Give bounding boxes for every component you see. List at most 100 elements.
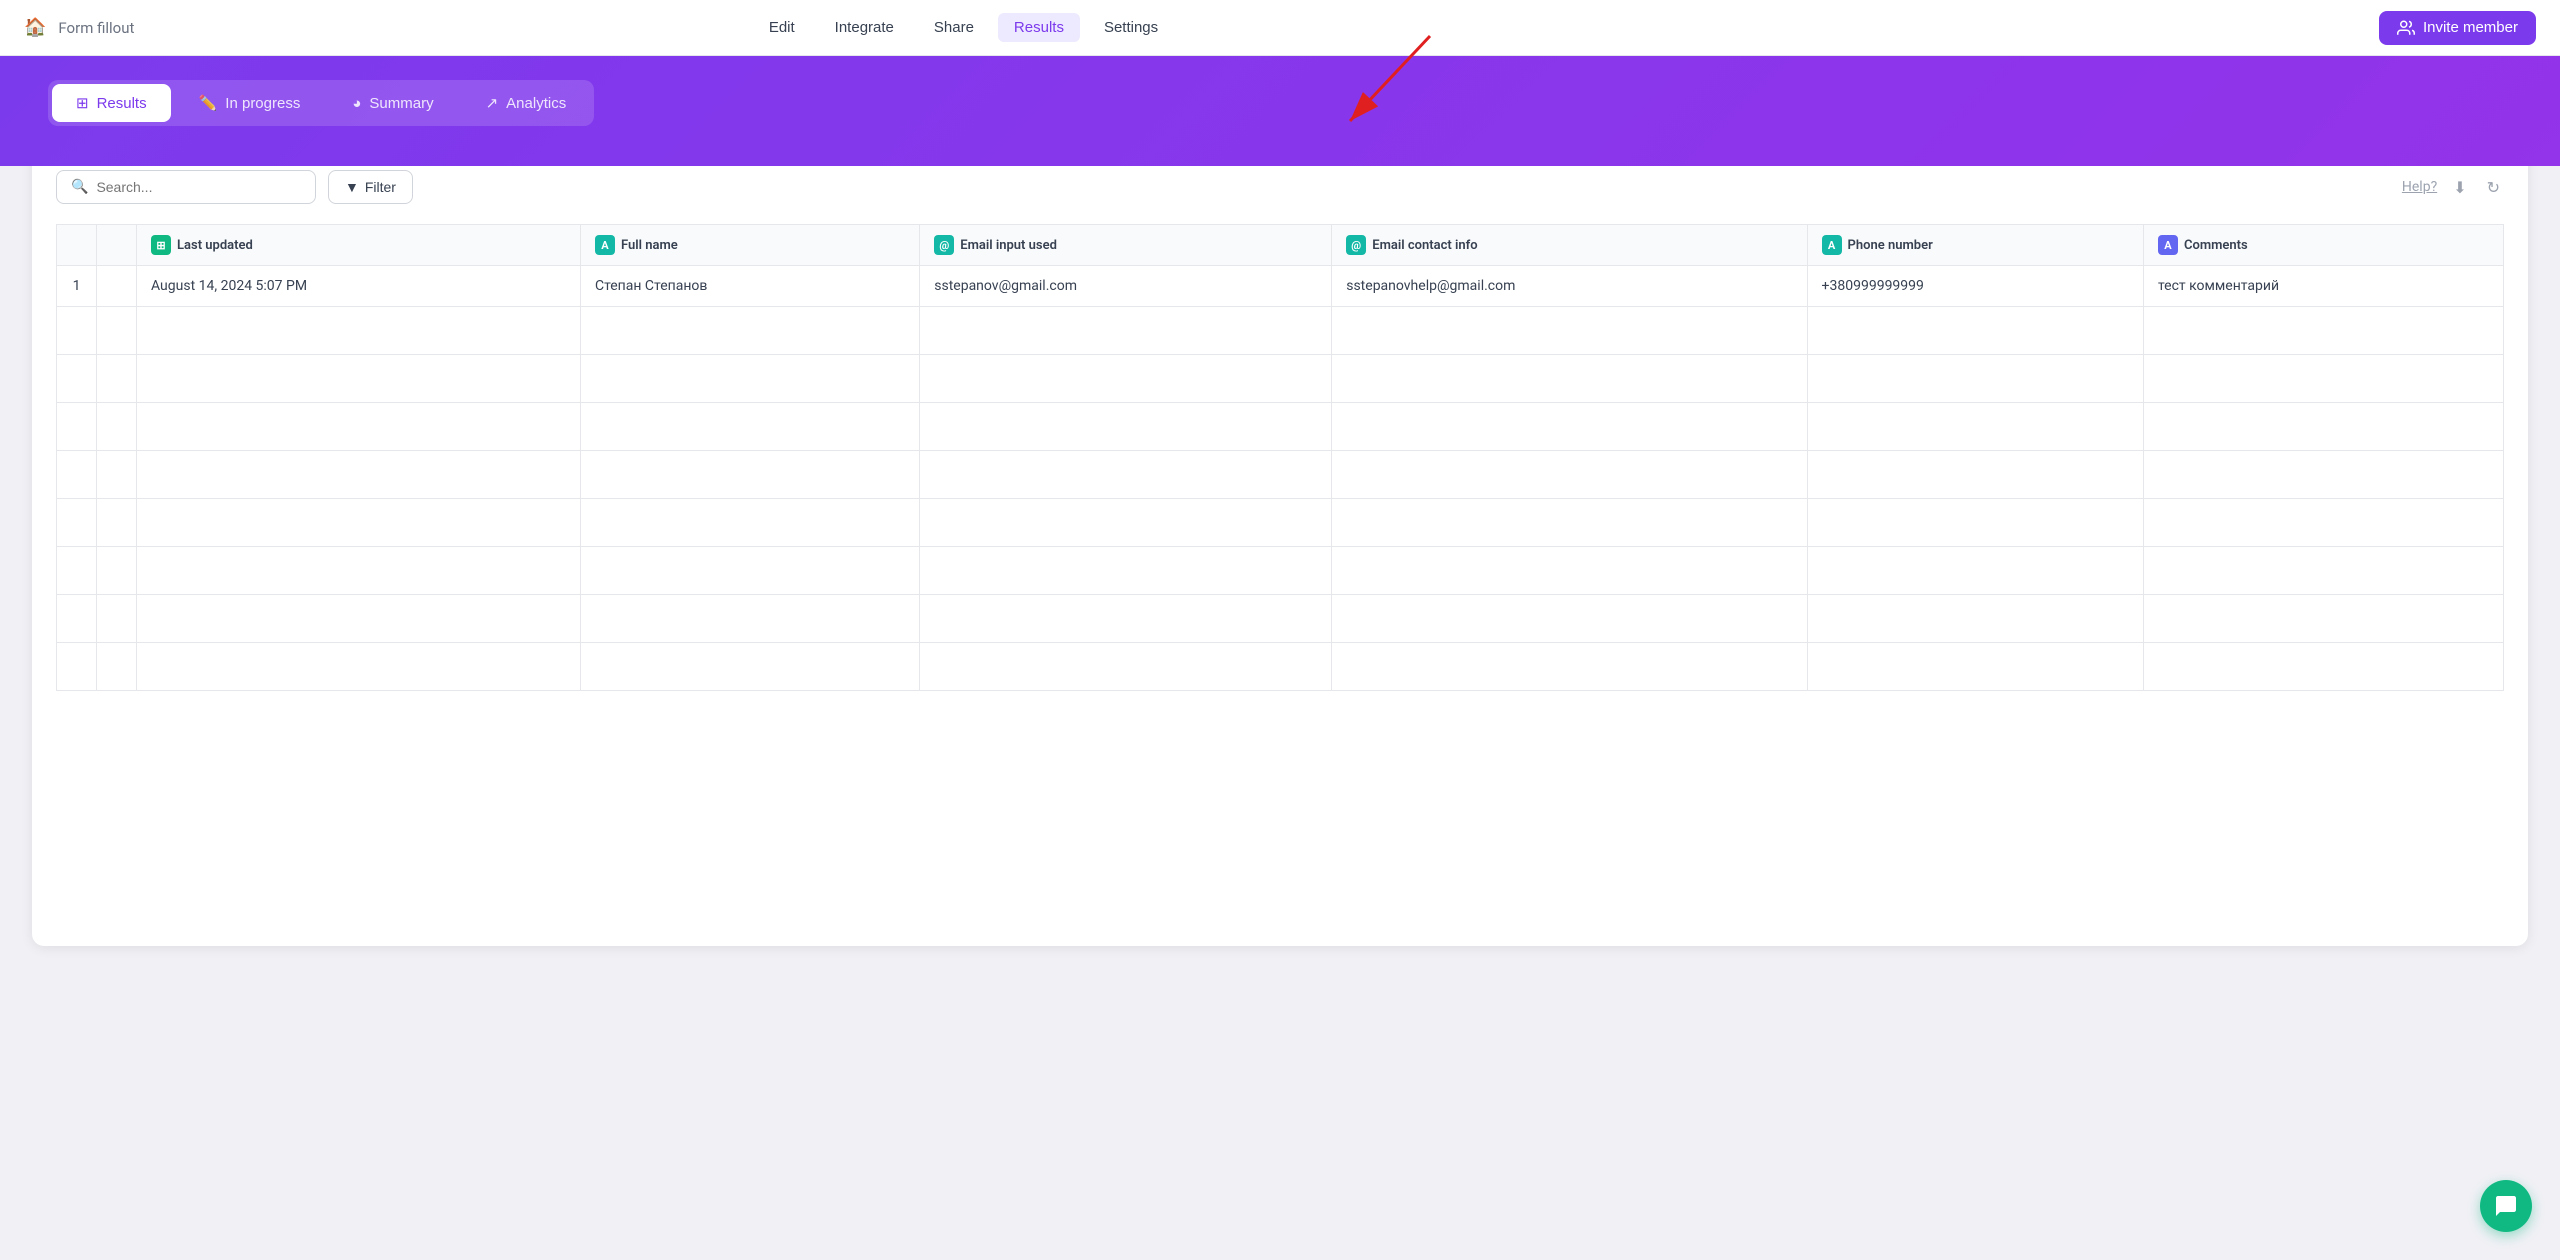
email-contact-col-icon: @ xyxy=(1346,235,1366,255)
table-row xyxy=(57,643,2504,691)
empty-cell xyxy=(920,547,1332,595)
filter-label: Filter xyxy=(365,179,396,195)
empty-cell xyxy=(137,355,581,403)
cell-full-name-1: Степан Степанов xyxy=(580,266,919,307)
last-updated-col-icon: ⊞ xyxy=(151,235,171,255)
email-input-col-icon: @ xyxy=(934,235,954,255)
table-row xyxy=(57,355,2504,403)
tab-summary[interactable]: ◕ Summary xyxy=(328,84,457,122)
form-title: Form fillout xyxy=(58,19,134,37)
full-name-col-icon: A xyxy=(595,235,615,255)
nav-results[interactable]: Results xyxy=(998,13,1080,42)
empty-check xyxy=(97,451,137,499)
empty-cell xyxy=(2143,451,2503,499)
empty-cell xyxy=(920,643,1332,691)
row-num-1: 1 xyxy=(57,266,97,307)
empty-cell xyxy=(1332,643,1807,691)
empty-num xyxy=(57,307,97,355)
row-check-1[interactable] xyxy=(97,266,137,307)
empty-cell xyxy=(1332,355,1807,403)
table-row xyxy=(57,451,2504,499)
chat-icon xyxy=(2494,1194,2518,1218)
empty-check xyxy=(97,307,137,355)
cell-email-contact-1: sstepanovhelp@gmail.com xyxy=(1332,266,1807,307)
empty-cell xyxy=(137,595,581,643)
filter-button[interactable]: ▼ Filter xyxy=(328,170,413,204)
empty-num xyxy=(57,643,97,691)
toolbar-right: Help? ⬇ ↻ xyxy=(2402,174,2504,201)
empty-num xyxy=(57,595,97,643)
empty-cell xyxy=(1332,451,1807,499)
col-email-contact-label: Email contact info xyxy=(1372,238,1477,253)
empty-cell xyxy=(137,547,581,595)
chat-bubble-button[interactable] xyxy=(2480,1180,2532,1232)
nav-right: Invite member xyxy=(2379,11,2536,45)
cell-phone-1: +380999999999 xyxy=(1807,266,2143,307)
empty-cell xyxy=(137,403,581,451)
tab-analytics[interactable]: ↗ Analytics xyxy=(462,84,591,122)
empty-cell xyxy=(920,355,1332,403)
col-phone-label: Phone number xyxy=(1848,238,1933,253)
empty-cell xyxy=(1332,307,1807,355)
analytics-tab-icon: ↗ xyxy=(486,94,499,112)
cell-email-input-1: sstepanov@gmail.com xyxy=(920,266,1332,307)
col-phone-header: A Phone number xyxy=(1807,225,2143,266)
empty-cell xyxy=(1807,355,2143,403)
table-header-row: ⊞ Last updated A Full name @ Email input… xyxy=(57,225,2504,266)
empty-cell xyxy=(580,547,919,595)
empty-cell xyxy=(2143,595,2503,643)
tab-results[interactable]: ⊞ Results xyxy=(52,84,171,122)
col-check-header xyxy=(97,225,137,266)
empty-cell xyxy=(1332,499,1807,547)
empty-cell xyxy=(2143,307,2503,355)
nav-share[interactable]: Share xyxy=(918,13,990,42)
empty-check xyxy=(97,499,137,547)
empty-cell xyxy=(1332,595,1807,643)
empty-cell xyxy=(580,451,919,499)
empty-cell xyxy=(2143,547,2503,595)
search-input[interactable] xyxy=(96,179,301,195)
empty-num xyxy=(57,499,97,547)
banner: ⊞ Results ✏️ In progress ◕ Summary ↗ Ana… xyxy=(0,56,2560,166)
refresh-icon[interactable]: ↻ xyxy=(2483,174,2504,201)
empty-num xyxy=(57,451,97,499)
empty-cell xyxy=(920,499,1332,547)
empty-cell xyxy=(137,307,581,355)
col-email-input-label: Email input used xyxy=(960,238,1057,253)
table-row xyxy=(57,307,2504,355)
search-box[interactable]: 🔍 xyxy=(56,170,316,204)
col-num-header xyxy=(57,225,97,266)
nav-integrate[interactable]: Integrate xyxy=(819,13,910,42)
table-row xyxy=(57,547,2504,595)
empty-check xyxy=(97,547,137,595)
nav-edit[interactable]: Edit xyxy=(753,13,811,42)
tab-inprogress[interactable]: ✏️ In progress xyxy=(175,84,325,122)
empty-cell xyxy=(1807,451,2143,499)
col-full-name-label: Full name xyxy=(621,238,678,253)
table-row xyxy=(57,595,2504,643)
empty-check xyxy=(97,643,137,691)
download-icon[interactable]: ⬇ xyxy=(2449,174,2470,201)
main-content: 🔍 ▼ Filter Help? ⬇ ↻ ⊞ Last updated xyxy=(32,146,2528,946)
nav-settings[interactable]: Settings xyxy=(1088,13,1174,42)
nav-center: Edit Integrate Share Results Settings xyxy=(753,13,1174,42)
empty-cell xyxy=(2143,355,2503,403)
empty-num xyxy=(57,403,97,451)
empty-cell xyxy=(137,451,581,499)
filter-icon: ▼ xyxy=(345,179,359,195)
empty-cell xyxy=(920,595,1332,643)
help-link[interactable]: Help? xyxy=(2402,179,2437,195)
empty-num xyxy=(57,547,97,595)
cell-last-updated-1: August 14, 2024 5:07 PM xyxy=(137,266,581,307)
home-icon[interactable]: 🏠 xyxy=(24,17,46,38)
table-row xyxy=(57,403,2504,451)
table-row xyxy=(57,499,2504,547)
invite-member-button[interactable]: Invite member xyxy=(2379,11,2536,45)
summary-tab-icon: ◕ xyxy=(352,95,361,112)
empty-cell xyxy=(920,403,1332,451)
empty-check xyxy=(97,403,137,451)
empty-cell xyxy=(580,355,919,403)
empty-cell xyxy=(1807,499,2143,547)
col-comments-label: Comments xyxy=(2184,238,2248,253)
nav-left: 🏠 Form fillout xyxy=(24,17,134,38)
